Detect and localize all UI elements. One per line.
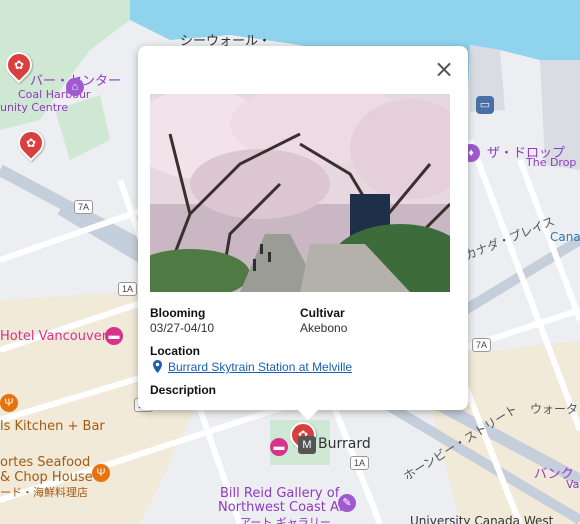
flower-icon: ✿: [13, 58, 25, 72]
water-street-label: ウォータ: [530, 402, 579, 416]
location-label: Location: [150, 344, 200, 358]
fork-knife-icon[interactable]: Ψ: [92, 464, 110, 482]
route-shield-7a: 7A: [74, 200, 94, 214]
harbour-centre-label-2: unity Centre: [0, 101, 69, 114]
burrard-station-label: Burrard: [318, 436, 371, 452]
cortes-label-1: ortes Seafood: [0, 455, 91, 470]
canada-label: Cana: [550, 230, 580, 244]
route-shield-1a: 1A: [350, 456, 370, 470]
blossom-photo: [150, 94, 450, 292]
bed-icon[interactable]: ▬: [105, 327, 123, 345]
location-link[interactable]: Burrard Skytrain Station at Melville: [168, 360, 352, 374]
bill-reid-label-1: Bill Reid Gallery of: [220, 486, 340, 501]
info-window-tail: [298, 410, 318, 420]
train-icon[interactable]: ▭: [476, 96, 494, 114]
the-drop-label: The Drop: [526, 156, 577, 169]
train-icon[interactable]: M: [298, 436, 316, 454]
description-label: Description: [150, 383, 217, 397]
close-icon: ×: [433, 55, 455, 83]
fork-knife-icon[interactable]: Ψ: [0, 394, 18, 412]
bed-icon[interactable]: ▬: [270, 438, 288, 456]
cortes-label-2: & Chop House: [0, 470, 93, 485]
bill-reid-label-2: Northwest Coast Art: [218, 500, 350, 515]
kitchen-bar-label: ls Kitchen + Bar: [0, 419, 105, 434]
bill-reid-jp-label: アート ギャラリー: [240, 516, 331, 524]
flower-icon: ✿: [25, 136, 37, 150]
cultivar-value: Akebono: [300, 321, 348, 335]
route-shield-7a: 7A: [472, 338, 492, 352]
hotel-vancouver-label: Hotel Vancouver: [0, 329, 108, 344]
blooming-label: Blooming: [150, 306, 206, 320]
close-button[interactable]: ×: [432, 55, 456, 83]
cortes-jp-label: ード・海鮮料理店: [0, 486, 88, 499]
cultivar-label: Cultivar: [300, 306, 345, 320]
info-window: × Blooming 03/27-04/10 Cultivar Akebono …: [138, 46, 468, 420]
photo-image: [150, 94, 450, 292]
community-centre-icon[interactable]: ⌂: [66, 78, 84, 96]
bank-label: Va: [566, 478, 580, 491]
blooming-value: 03/27-04/10: [150, 321, 215, 335]
location-pin-icon: [153, 360, 162, 373]
palette-icon[interactable]: ✎: [338, 494, 356, 512]
university-label: University Canada West: [410, 514, 554, 524]
route-shield-1a: 1A: [118, 282, 138, 296]
